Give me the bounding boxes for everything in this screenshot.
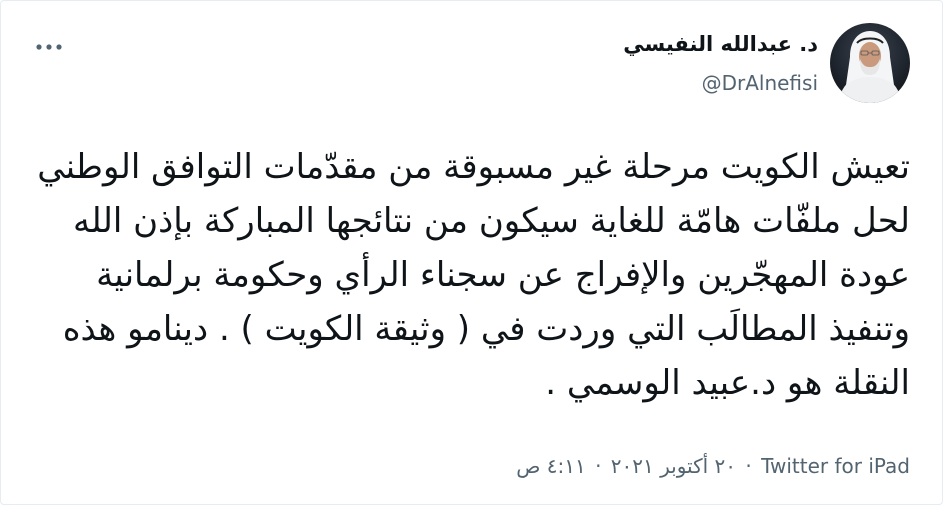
- tweet-date[interactable]: ٢٠ أكتوبر ٢٠٢١: [611, 453, 736, 479]
- meta-separator: ·: [595, 454, 602, 478]
- more-options-button[interactable]: [33, 31, 65, 63]
- avatar-image: [830, 23, 910, 103]
- meta-separator: ·: [745, 454, 752, 478]
- author-names: د. عبدالله النفيسي @DrAlnefisi: [623, 31, 818, 95]
- tweet-meta: ٤:١١ ص · ٢٠ أكتوبر ٢٠٢١ · Twitter for iP…: [516, 453, 910, 479]
- tweet-time[interactable]: ٤:١١ ص: [516, 453, 586, 479]
- author-handle[interactable]: @DrAlnefisi: [623, 71, 818, 95]
- author-display-name[interactable]: د. عبدالله النفيسي: [623, 31, 818, 57]
- tweet-source[interactable]: Twitter for iPad: [761, 453, 910, 479]
- avatar[interactable]: [830, 23, 910, 103]
- more-horizontal-icon: [36, 44, 62, 50]
- tweet-header: د. عبدالله النفيسي @DrAlnefisi: [623, 23, 910, 103]
- tweet-card: د. عبدالله النفيسي @DrAlnefisi تعيش الكو…: [0, 0, 943, 505]
- tweet-text: تعيش الكويت مرحلة غير مسبوقة من مقدّمات …: [37, 147, 910, 403]
